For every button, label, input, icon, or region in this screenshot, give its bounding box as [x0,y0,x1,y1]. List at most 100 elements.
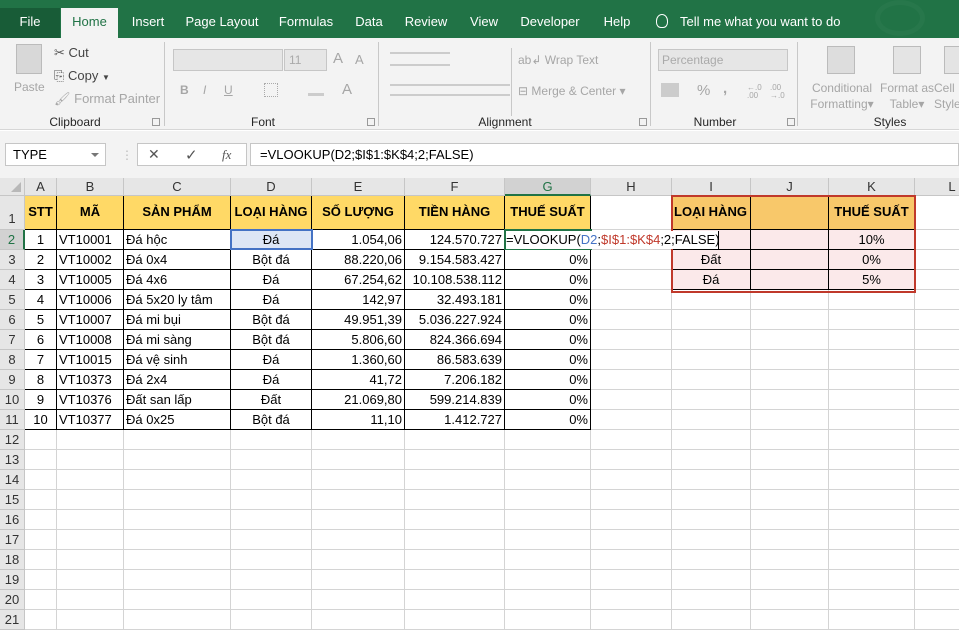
row-header-7[interactable]: 7 [0,330,25,350]
cell-g10[interactable]: 0% [505,390,591,410]
cell-g6[interactable]: 0% [505,310,591,330]
empty-cell[interactable] [751,430,829,450]
row-header-14[interactable]: 14 [0,470,25,490]
cell-f4[interactable]: 10.108.538.112 [405,270,505,290]
empty-cell[interactable] [829,410,915,430]
empty-cell[interactable] [124,490,231,510]
empty-cell[interactable] [751,450,829,470]
cell-g8[interactable]: 0% [505,350,591,370]
empty-cell[interactable] [915,550,959,570]
row-header-16[interactable]: 16 [0,510,25,530]
empty-cell[interactable] [405,470,505,490]
empty-cell[interactable] [915,430,959,450]
row-header-15[interactable]: 15 [0,490,25,510]
empty-cell[interactable] [57,430,124,450]
column-header-l[interactable]: L [915,178,959,196]
empty-cell[interactable] [591,250,672,270]
empty-cell[interactable] [829,490,915,510]
empty-cell[interactable] [231,610,312,630]
empty-cell[interactable] [231,430,312,450]
empty-cell[interactable] [751,370,829,390]
number-format-combo[interactable]: Percentage [658,49,788,71]
empty-cell[interactable] [231,450,312,470]
empty-cell[interactable] [672,430,751,450]
empty-cell[interactable] [915,390,959,410]
header-cell-g[interactable]: THUẾ SUẤT [505,196,591,230]
cell-a3[interactable]: 2 [25,250,57,270]
cell-a5[interactable]: 4 [25,290,57,310]
cell-e11[interactable]: 11,10 [312,410,405,430]
empty-cell[interactable] [124,590,231,610]
lookup-cell-j2[interactable] [751,230,829,250]
clipboard-launcher-icon[interactable] [152,118,160,126]
empty-cell[interactable] [591,510,672,530]
empty-cell[interactable] [591,530,672,550]
cell-g3[interactable]: 0% [505,250,591,270]
empty-cell[interactable] [505,450,591,470]
empty-cell[interactable] [672,370,751,390]
bold-button[interactable]: B [180,83,189,97]
empty-cell[interactable] [591,610,672,630]
empty-cell[interactable] [829,590,915,610]
empty-cell[interactable] [405,490,505,510]
empty-cell[interactable] [915,510,959,530]
cell-c2[interactable]: Đá hộc [124,230,231,250]
font-size-combo[interactable]: 11 [284,49,327,71]
empty-cell[interactable] [405,510,505,530]
cancel-icon[interactable]: ✕ [148,146,160,163]
grow-font-button[interactable]: A [333,50,343,67]
empty-cell[interactable] [915,590,959,610]
empty-cell[interactable] [57,570,124,590]
italic-button[interactable]: I [203,83,206,97]
column-header-h[interactable]: H [591,178,672,196]
empty-cell[interactable] [829,430,915,450]
empty-cell[interactable] [672,470,751,490]
cell-e4[interactable]: 67.254,62 [312,270,405,290]
empty-cell[interactable] [25,430,57,450]
empty-cell[interactable] [829,330,915,350]
alignment-launcher-icon[interactable] [639,118,647,126]
empty-cell[interactable] [57,610,124,630]
empty-cell[interactable] [591,490,672,510]
tab-review[interactable]: Review [398,8,454,38]
row-header-19[interactable]: 19 [0,570,25,590]
cell-d8[interactable]: Đá [231,350,312,370]
empty-cell[interactable] [591,550,672,570]
empty-cell[interactable] [672,290,751,310]
column-header-c[interactable]: C [124,178,231,196]
empty-cell[interactable] [672,310,751,330]
empty-cell[interactable] [405,530,505,550]
cell-c8[interactable]: Đá vệ sinh [124,350,231,370]
conditional-formatting-button[interactable]: Conditional Formatting▾ [810,80,874,112]
empty-cell[interactable] [829,470,915,490]
empty-cell[interactable] [124,610,231,630]
vertical-align-icon[interactable] [390,52,450,66]
shrink-font-button[interactable]: A [355,52,364,67]
empty-cell[interactable] [672,510,751,530]
empty-cell[interactable] [915,230,959,250]
lookup-header-i[interactable]: LOẠI HÀNG [672,196,751,230]
cell-a4[interactable]: 3 [25,270,57,290]
empty-cell[interactable] [124,430,231,450]
column-header-j[interactable]: J [751,178,829,196]
accounting-format-icon[interactable] [661,83,679,97]
empty-cell[interactable] [915,470,959,490]
empty-cell[interactable] [591,290,672,310]
header-cell-d[interactable]: LOẠI HÀNG [231,196,312,230]
empty-cell[interactable] [231,490,312,510]
empty-cell[interactable] [312,570,405,590]
worksheet-grid[interactable]: ABCDEFGHIJKL 1 2 3 4 5 6 7 8 9 10 11 12 13 14 15 16 17 18… [0,178,959,630]
column-header-g[interactable]: G [505,178,591,196]
cell-e10[interactable]: 21.069,80 [312,390,405,410]
lookup-header-k[interactable]: THUẾ SUẤT [829,196,915,230]
empty-cell[interactable] [25,570,57,590]
header-cell-a[interactable]: STT [25,196,57,230]
paste-button[interactable]: Paste [14,80,45,94]
lookup-cell-j4[interactable] [751,270,829,290]
empty-cell[interactable] [591,350,672,370]
empty-cell[interactable] [672,570,751,590]
cell-f3[interactable]: 9.154.583.427 [405,250,505,270]
row-header-10[interactable]: 10 [0,390,25,410]
tab-insert[interactable]: Insert [122,8,174,38]
empty-cell[interactable] [915,310,959,330]
